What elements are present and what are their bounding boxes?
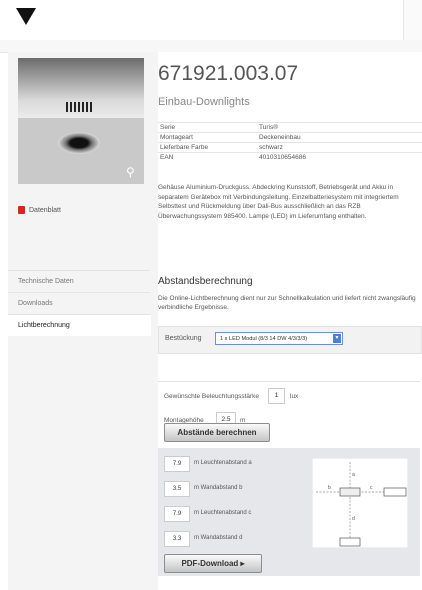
spec-table: Serie Turis® Montageart Deckeneinbau Liefe… (158, 122, 422, 162)
distance-a-label: m Leuchtenabstand a (194, 460, 252, 466)
spec-key: Lieferbare Farbe (158, 142, 257, 153)
spec-value: 4010310654686 (257, 152, 422, 162)
diagram-label-a: a (352, 472, 355, 478)
diagram-label-b: b (328, 485, 331, 491)
equipment-select-value: 1 x LED Modul (8/3 14 DW 4/3/3/3) (220, 336, 308, 342)
section-description: Die Online-Lichtberechnung dient nur zur… (158, 295, 416, 311)
nav-item-light-calculation[interactable]: Lichtberechnung (8, 314, 151, 336)
distance-a-value: 7.9 (164, 456, 190, 472)
spec-key: Serie (158, 122, 257, 133)
datasheet-label[interactable]: Datenblatt (29, 207, 61, 214)
product-image-top (18, 58, 144, 118)
distance-c-label: m Leuchtenabstand c (194, 510, 252, 516)
nav-item-downloads[interactable]: Downloads (8, 292, 150, 314)
distance-d-label: m Wandabstand d (194, 535, 243, 541)
product-subtitle: Einbau-Downlights (158, 96, 250, 108)
product-description: Gehäuse Aluminium-Druckguss. Abdeckring … (158, 184, 399, 220)
side-nav: Technische Daten Downloads Lichtberechnu… (8, 270, 151, 336)
equipment-row: Bestückung 1 x LED Modul (8/3 14 DW 4/3/… (158, 326, 422, 354)
diagram-label-d: d (352, 516, 355, 522)
pdf-icon (18, 206, 25, 214)
downlight-image (58, 132, 100, 154)
datasheet-link[interactable]: Datenblatt (18, 206, 61, 214)
equipment-label: Bestückung (165, 335, 202, 342)
illuminance-unit: lux (290, 393, 299, 400)
illuminance-input[interactable]: 1 (268, 388, 285, 404)
equipment-select[interactable]: 1 x LED Modul (8/3 14 DW 4/3/3/3) ▾ (215, 332, 343, 345)
scrollbar-corner (403, 0, 422, 40)
table-row: Serie Turis® (158, 122, 422, 133)
product-title: 671921.003.07 (158, 62, 299, 85)
calculate-button[interactable]: Abstände berechnen (164, 423, 270, 442)
spec-value: Turis® (257, 122, 422, 133)
illuminance-label: Gewünschte Beleuchtungsstärke (164, 393, 260, 400)
chevron-down-icon[interactable]: ▾ (333, 334, 341, 343)
table-row: EAN 4010310654686 (158, 152, 422, 162)
distance-b-value: 3.5 (164, 481, 190, 497)
spec-key: EAN (158, 152, 257, 162)
distance-b-label: m Wandabstand b (194, 485, 243, 491)
distance-c-value: 7.9 (164, 506, 190, 522)
spec-value: schwarz (257, 142, 422, 153)
luminaire-layout-diagram: a b c d (312, 458, 408, 548)
caret-down-icon[interactable] (16, 8, 36, 25)
section-title: Abstandsberechnung (158, 276, 253, 287)
table-row: Montageart Deckeneinbau (158, 132, 422, 143)
nav-item-technical-data[interactable]: Technische Daten (8, 270, 150, 292)
pdf-download-button[interactable]: PDF-Download ▸ (164, 554, 262, 573)
distance-d-value: 3.3 (164, 531, 190, 547)
spec-key: Montageart (158, 132, 257, 143)
spec-value: Deckeneinbau (257, 132, 422, 143)
table-row: Lieferbare Farbe schwarz (158, 142, 422, 153)
product-image[interactable]: ⚲ (18, 118, 144, 184)
zoom-icon[interactable]: ⚲ (126, 166, 138, 178)
